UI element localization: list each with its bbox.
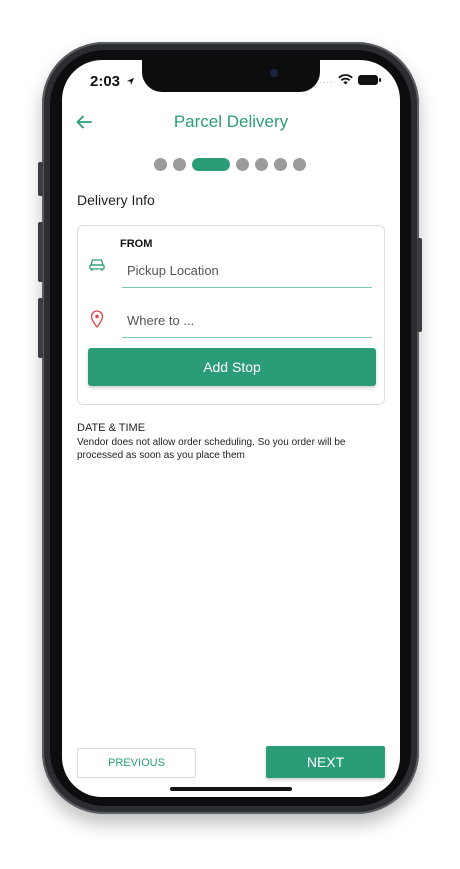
- from-label: FROM: [120, 238, 153, 250]
- volume-down-button: [38, 298, 43, 358]
- date-time-note: Vendor does not allow order scheduling. …: [77, 437, 346, 461]
- status-time-text: 2:03: [90, 73, 121, 90]
- step-dot: [173, 158, 186, 171]
- notch: [142, 60, 320, 92]
- previous-button[interactable]: PREVIOUS: [77, 748, 196, 778]
- map-pin-icon: [90, 310, 104, 328]
- pickup-field-wrapper: [122, 254, 372, 288]
- destination-field-wrapper: [122, 304, 372, 338]
- destination-input[interactable]: [122, 304, 372, 337]
- home-indicator[interactable]: [170, 787, 292, 791]
- status-time: 2:03: [90, 73, 135, 90]
- mute-switch: [38, 162, 43, 196]
- section-title: Delivery Info: [77, 192, 155, 208]
- step-dot: [274, 158, 287, 171]
- add-stop-button[interactable]: Add Stop: [88, 348, 376, 386]
- power-button: [417, 238, 422, 332]
- status-icons: ....: [318, 74, 381, 85]
- volume-up-button: [38, 222, 43, 282]
- car-icon: [89, 259, 105, 271]
- step-dot: [154, 158, 167, 171]
- camera-icon: [270, 69, 278, 77]
- page-title: Parcel Delivery: [173, 112, 289, 131]
- next-button[interactable]: NEXT: [266, 746, 385, 778]
- date-time-title: DATE & TIME: [77, 422, 146, 434]
- step-dot: [293, 158, 306, 171]
- battery-icon: [358, 74, 381, 85]
- wifi-icon: [338, 74, 353, 85]
- step-dot: [255, 158, 268, 171]
- step-dot: [236, 158, 249, 171]
- location-arrow-icon: [127, 77, 135, 86]
- delivery-info-card: FROM Add Stop: [77, 225, 385, 405]
- signal-icon: ....: [318, 74, 333, 85]
- pickup-location-input[interactable]: [122, 254, 372, 287]
- step-indicator: [154, 158, 306, 171]
- app-screen: 2:03 .... Parcel Delivery Delivery Info …: [62, 60, 400, 797]
- step-dot-active: [192, 158, 230, 171]
